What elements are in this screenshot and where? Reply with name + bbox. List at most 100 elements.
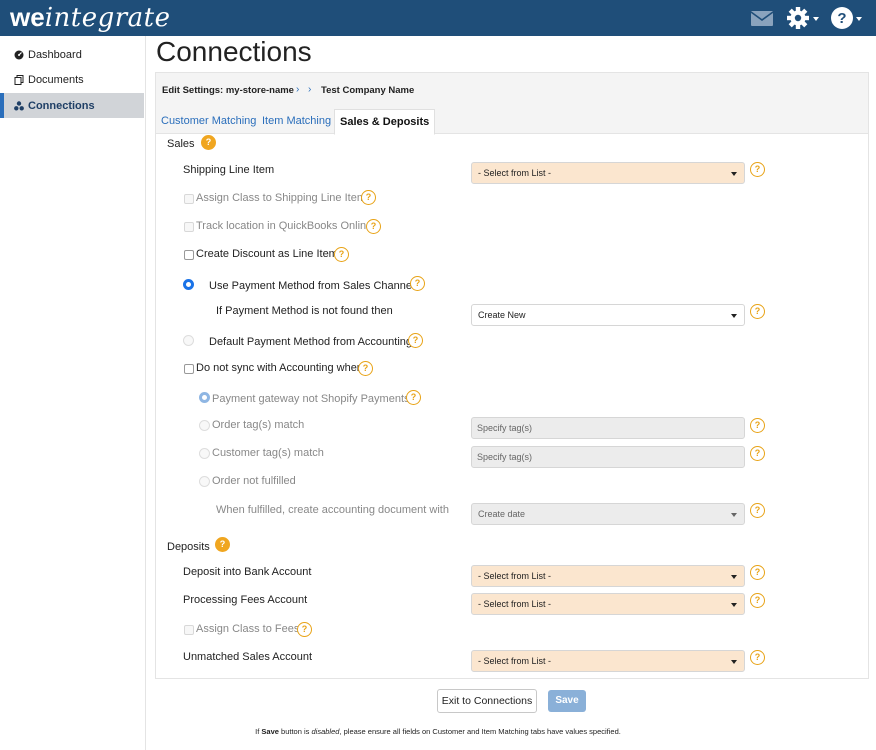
help-icon[interactable]: ? xyxy=(410,276,425,291)
footnote-save: Save xyxy=(261,727,279,736)
order-not-fulfilled-label: Order not fulfilled xyxy=(212,475,296,487)
unmatched-account-label: Unmatched Sales Account xyxy=(183,651,313,663)
documents-icon xyxy=(14,74,24,85)
page-title: Connections xyxy=(156,36,312,67)
default-payment-method-radio[interactable] xyxy=(183,335,194,346)
footnote-text: , please ensure all fields on Customer a… xyxy=(339,727,621,736)
top-bar: weintegrate ? xyxy=(0,0,876,36)
unmatched-account-select[interactable]: - Select from List - xyxy=(471,650,745,672)
order-tags-label: Order tag(s) match xyxy=(212,419,305,431)
help-icon[interactable]: ? xyxy=(215,537,230,552)
chevron-right-icon: › xyxy=(308,84,312,95)
help-icon[interactable]: ? xyxy=(750,304,765,319)
connections-icon xyxy=(14,100,24,110)
bank-account-value: - Select from List - xyxy=(478,571,552,581)
shipping-line-item-label: Shipping Line Item xyxy=(183,164,275,176)
help-icon[interactable]: ? xyxy=(408,333,423,348)
help-icon[interactable]: ? xyxy=(201,135,216,150)
tab-item-matching[interactable]: Item Matching xyxy=(257,109,336,135)
sidebar-item-dashboard[interactable]: Dashboard xyxy=(0,42,144,67)
when-fulfilled-value: Create date xyxy=(478,509,526,519)
sidebar-item-label: Documents xyxy=(28,73,84,86)
help-icon[interactable]: ? xyxy=(361,190,376,205)
assign-class-shipping-checkbox[interactable] xyxy=(184,194,194,204)
help-icon[interactable]: ? xyxy=(750,650,765,665)
create-discount-checkbox[interactable] xyxy=(184,250,194,260)
help-icon[interactable]: ? xyxy=(406,390,421,405)
breadcrumb: Edit Settings: my-store-name › › Test Co… xyxy=(156,73,868,135)
help-icon[interactable]: ? xyxy=(750,446,765,461)
order-tags-radio[interactable] xyxy=(199,420,210,431)
save-button[interactable]: Save xyxy=(548,690,586,712)
fees-account-label: Processing Fees Account xyxy=(183,594,308,606)
help-icon[interactable]: ? xyxy=(750,593,765,608)
help-icon[interactable]: ? xyxy=(750,503,765,518)
fees-account-value: - Select from List - xyxy=(478,599,552,609)
brand-logo[interactable]: weintegrate xyxy=(10,3,171,32)
sidebar-item-label: Connections xyxy=(28,99,95,112)
dashboard-icon xyxy=(14,50,24,59)
svg-text:?: ? xyxy=(837,10,846,27)
deposits-heading: Deposits xyxy=(167,541,210,553)
help-icon[interactable]: ? xyxy=(750,162,765,177)
fees-account-select[interactable]: - Select from List - xyxy=(471,593,745,615)
when-fulfilled-select[interactable]: Create date xyxy=(471,503,745,525)
track-location-label: Track location in QuickBooks Online xyxy=(196,220,373,232)
exit-button[interactable]: Exit to Connections xyxy=(437,689,537,713)
help-icon[interactable]: ? xyxy=(366,219,381,234)
customer-tags-label: Customer tag(s) match xyxy=(212,447,324,459)
shipping-line-item-value: - Select from List - xyxy=(478,168,552,178)
help-icon[interactable]: ? xyxy=(297,622,312,637)
order-tags-input[interactable]: Specify tag(s) xyxy=(471,417,745,439)
do-not-sync-checkbox[interactable] xyxy=(184,364,194,374)
brand-logo-part-integrate: integrate xyxy=(44,3,171,33)
caret-down-icon xyxy=(731,575,737,579)
unmatched-account-value: - Select from List - xyxy=(478,656,552,666)
help-icon[interactable]: ? xyxy=(750,565,765,580)
when-fulfilled-label: When fulfilled, create accounting docume… xyxy=(216,504,449,516)
payment-not-found-value: Create New xyxy=(478,310,526,320)
gateway-not-shopify-radio[interactable] xyxy=(199,392,210,403)
help-icon[interactable]: ? xyxy=(334,247,349,262)
sidebar-item-label: Dashboard xyxy=(28,48,82,61)
order-not-fulfilled-radio[interactable] xyxy=(199,476,210,487)
payment-not-found-select[interactable]: Create New xyxy=(471,304,745,326)
caret-down-icon xyxy=(731,172,737,176)
caret-down-icon xyxy=(731,603,737,607)
tab-sales-deposits[interactable]: Sales & Deposits xyxy=(334,109,436,135)
breadcrumb-edit-settings[interactable]: Edit Settings: my-store-name xyxy=(162,85,294,96)
caret-down-icon xyxy=(731,314,737,318)
sidebar-item-connections[interactable]: Connections xyxy=(0,93,144,118)
customer-tags-input[interactable]: Specify tag(s) xyxy=(471,446,745,468)
assign-class-fees-checkbox[interactable] xyxy=(184,625,194,635)
gear-icon[interactable] xyxy=(786,6,822,30)
sales-heading: Sales xyxy=(167,138,195,150)
chevron-right-icon: › xyxy=(296,84,300,95)
footnote-text: button is xyxy=(278,727,312,736)
caret-down-icon xyxy=(731,513,737,517)
do-not-sync-label: Do not sync with Accounting when xyxy=(196,362,363,374)
track-location-checkbox[interactable] xyxy=(184,222,194,232)
use-payment-method-radio[interactable] xyxy=(183,279,194,290)
caret-down-icon xyxy=(731,660,737,664)
sidebar: Dashboard Documents Connections xyxy=(0,36,146,750)
payment-not-found-label: If Payment Method is not found then xyxy=(216,305,393,317)
tab-customer-matching[interactable]: Customer Matching xyxy=(156,109,261,135)
shipping-line-item-select[interactable]: - Select from List - xyxy=(471,162,745,184)
mail-icon[interactable] xyxy=(750,6,774,30)
help-icon[interactable]: ? xyxy=(358,361,373,376)
use-payment-method-label: Use Payment Method from Sales Channel xyxy=(209,280,415,292)
help-icon[interactable]: ? xyxy=(830,6,864,30)
assign-class-shipping-label: Assign Class to Shipping Line Item xyxy=(196,192,366,204)
bank-account-label: Deposit into Bank Account xyxy=(183,566,312,578)
assign-class-fees-label: Assign Class to Fees xyxy=(196,623,300,635)
customer-tags-radio[interactable] xyxy=(199,448,210,459)
gateway-not-shopify-label: Payment gateway not Shopify Payments xyxy=(212,393,410,405)
create-discount-label: Create Discount as Line Item xyxy=(196,248,338,260)
help-icon[interactable]: ? xyxy=(750,418,765,433)
sidebar-item-documents[interactable]: Documents xyxy=(0,67,144,92)
breadcrumb-company: Test Company Name xyxy=(321,85,415,96)
brand-logo-part-we: we xyxy=(10,2,45,32)
bank-account-select[interactable]: - Select from List - xyxy=(471,565,745,587)
default-payment-method-label: Default Payment Method from Accounting xyxy=(209,336,412,348)
